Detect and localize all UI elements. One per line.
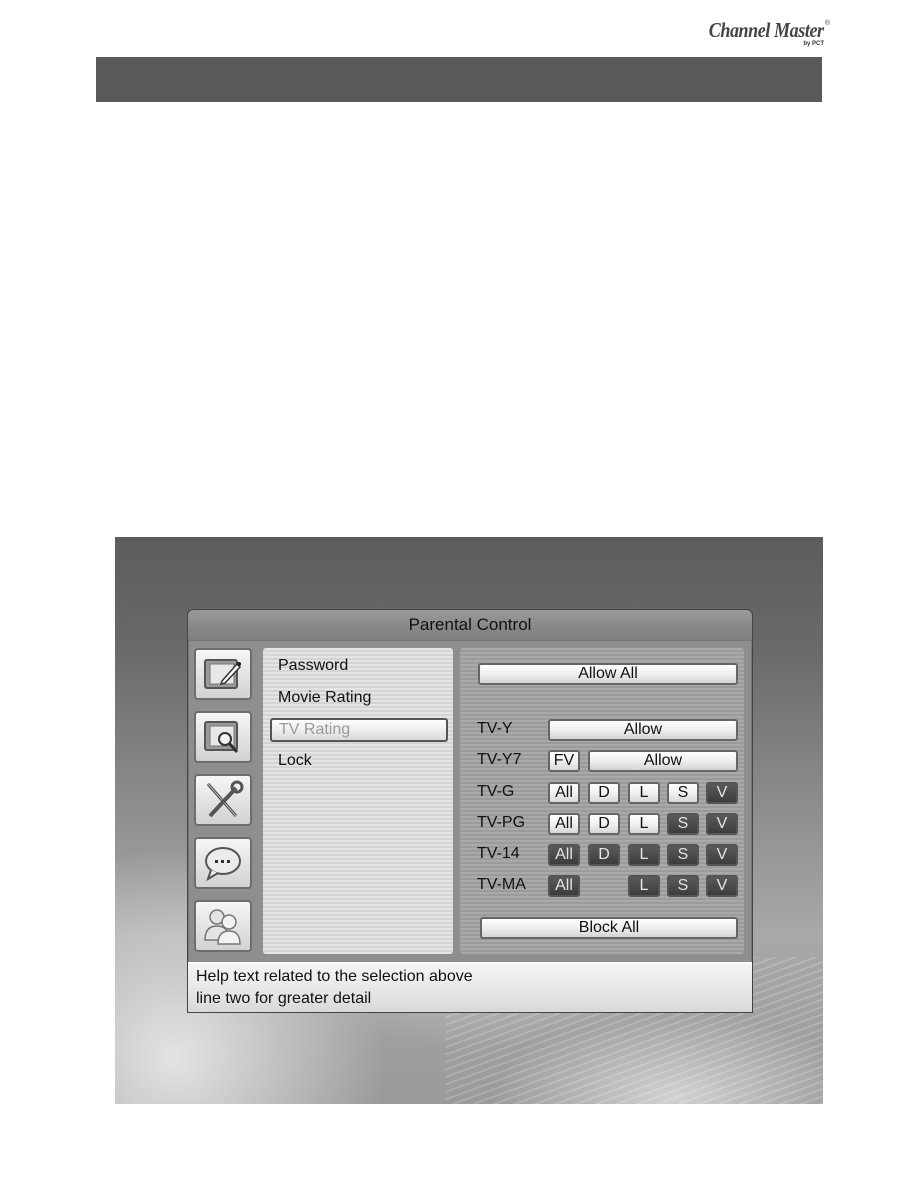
header-bar [96, 57, 822, 102]
rating-label-tv-14: TV-14 [477, 845, 520, 862]
tv-ma-l-toggle[interactable]: L [628, 875, 660, 897]
brand-subtitle: by PCT [803, 41, 824, 47]
tv-ma-v-toggle[interactable]: V [706, 875, 738, 897]
menu-item-lock[interactable]: Lock [278, 752, 312, 770]
rating-label-tv-ma: TV-MA [477, 876, 526, 893]
rating-label-tv-g: TV-G [477, 783, 515, 800]
rating-label-tv-pg: TV-PG [477, 814, 526, 831]
tv-pg-all-toggle[interactable]: All [548, 813, 580, 835]
tv-14-l-toggle[interactable]: L [628, 844, 660, 866]
tv-search-icon [204, 721, 239, 753]
tv-14-all-toggle[interactable]: All [548, 844, 580, 866]
tv-14-v-toggle[interactable]: V [706, 844, 738, 866]
side-button-users[interactable] [194, 900, 252, 952]
tv-screen: Parental Control Password Movie Rating T… [115, 537, 823, 1104]
parental-control-dialog: Parental Control Password Movie Rating T… [187, 609, 753, 1013]
tv-pg-s-toggle[interactable]: S [667, 813, 699, 835]
tv-pg-d-toggle[interactable]: D [588, 813, 620, 835]
tools-icon [206, 780, 244, 818]
tv-pg-l-toggle[interactable]: L [628, 813, 660, 835]
tv-ma-s-toggle[interactable]: S [667, 875, 699, 897]
side-button-tools[interactable] [194, 774, 252, 826]
menu-item-password[interactable]: Password [278, 657, 348, 675]
help-text-line-1: Help text related to the selection above [196, 968, 473, 985]
side-button-messages[interactable] [194, 837, 252, 889]
rating-label-tv-y7: TV-Y7 [477, 751, 522, 768]
menu-item-movie-rating[interactable]: Movie Rating [278, 689, 371, 707]
tv-edit-icon [204, 659, 242, 689]
dialog-title: Parental Control [188, 610, 752, 641]
tv-y7-allow-button[interactable]: Allow [588, 750, 738, 772]
tv-y-allow-button[interactable]: Allow [548, 719, 738, 741]
tv-14-s-toggle[interactable]: S [667, 844, 699, 866]
chat-bubble-icon [205, 847, 241, 882]
brand-name: Channel Master [709, 18, 824, 42]
tv-14-d-toggle[interactable]: D [588, 844, 620, 866]
tv-pg-v-toggle[interactable]: V [706, 813, 738, 835]
tv-g-s-toggle[interactable]: S [667, 782, 699, 804]
tv-g-l-toggle[interactable]: L [628, 782, 660, 804]
brand-registered-mark: ® [824, 20, 830, 27]
rating-label-tv-y: TV-Y [477, 720, 513, 737]
help-text-line-2: line two for greater detail [196, 990, 372, 1007]
tv-g-d-toggle[interactable]: D [588, 782, 620, 804]
side-button-tv-edit[interactable] [194, 648, 252, 700]
side-button-tv-search[interactable] [194, 711, 252, 763]
tv-y7-fv-toggle[interactable]: FV [548, 750, 580, 772]
block-all-button[interactable]: Block All [480, 917, 738, 939]
parental-menu-list: Password Movie Rating TV Rating Lock [263, 648, 453, 954]
tv-rating-panel: Allow All TV-Y Allow TV-Y7 FV Allow TV-G… [460, 648, 744, 954]
tv-g-all-toggle[interactable]: All [548, 782, 580, 804]
help-text-box: Help text related to the selection above… [188, 962, 752, 1012]
tv-ma-all-toggle[interactable]: All [548, 875, 580, 897]
allow-all-button[interactable]: Allow All [478, 663, 738, 685]
brand-logo: Channel Master ® by PCT [700, 18, 830, 52]
users-icon [204, 909, 241, 945]
tv-g-v-toggle[interactable]: V [706, 782, 738, 804]
menu-item-tv-rating[interactable]: TV Rating [270, 718, 448, 742]
